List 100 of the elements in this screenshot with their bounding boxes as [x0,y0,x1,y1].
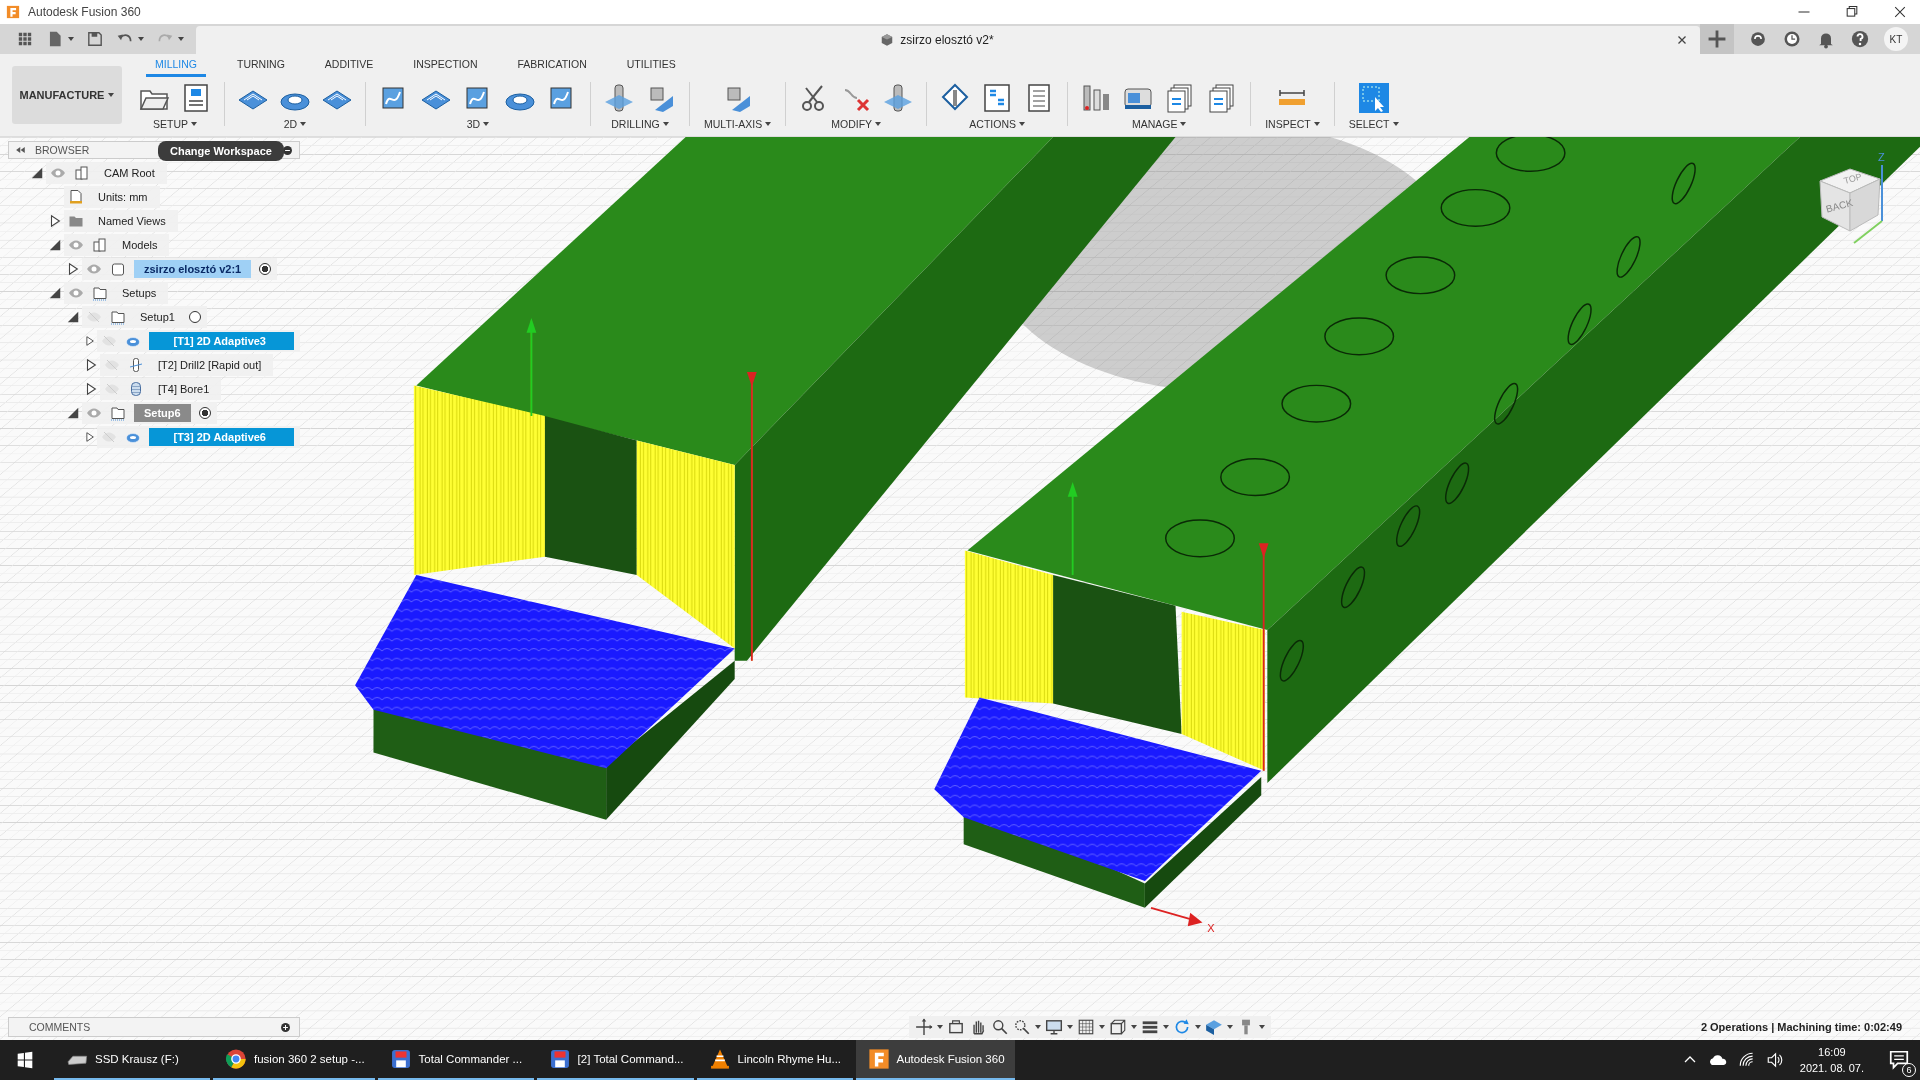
collapsed-arrow-icon[interactable] [48,214,62,228]
caret-icon [1195,1025,1202,1029]
notification-icon[interactable] [1888,1049,1910,1071]
zoom-icon[interactable] [991,1018,1010,1036]
group-menu-button[interactable]: DRILLING [609,117,671,130]
caret-icon [1180,121,1187,126]
group-menu-button[interactable]: MANAGE [1129,117,1189,130]
components-icon [74,165,90,181]
expanded-arrow-icon[interactable] [48,286,62,300]
expanded-arrow-icon[interactable] [48,238,62,252]
collapsed-arrow-icon[interactable] [84,382,98,396]
caret-icon [1019,121,1025,126]
user-avatar[interactable]: KT [1884,27,1908,51]
expanded-arrow-icon[interactable] [66,310,80,324]
window-title: Autodesk Fusion 360 [28,5,141,19]
expanded-arrow-icon[interactable] [66,406,80,420]
plus-icon[interactable] [1700,24,1734,54]
taskbar-button[interactable]: Autodesk Fusion 360 [855,1040,1015,1080]
bore-icon [128,381,144,397]
caret-icon [765,121,772,126]
caret-icon [1099,1025,1106,1029]
setup-folder-icon [110,309,126,325]
components-icon [92,237,108,253]
cone-icon [708,1048,731,1070]
browser-icon [225,1048,247,1070]
look-at-icon[interactable] [947,1018,966,1036]
box-icon[interactable] [1109,1018,1128,1036]
ribbon-tab[interactable]: UTILITIES [617,54,685,78]
grid-icon[interactable] [16,30,34,48]
logo-icon [6,5,20,19]
status-text: 2 Operations | Machining time: 0:02:49 [1700,1021,1902,1033]
active-radio[interactable] [188,311,201,323]
minus-icon[interactable] [282,144,293,156]
tree-item[interactable]: zsirzo elosztó v2:1 [134,260,252,278]
active-radio[interactable] [198,407,211,419]
group-menu-button[interactable]: INSPECT [1263,117,1322,130]
group-menu-button[interactable]: SETUP [151,117,199,130]
caret-icon [1131,1025,1138,1029]
ribbon-tab[interactable]: TURNING [228,54,294,78]
ribbon-tab[interactable]: FABRICATION [508,54,596,78]
tooltip: Change Workspace [158,141,284,161]
drill-icon [128,357,144,373]
setup-folder-icon [110,405,126,421]
save-icon[interactable] [86,30,104,48]
group-menu-button[interactable]: 3D [464,117,492,130]
grid-icon[interactable] [1077,1018,1096,1036]
caret-icon [483,121,490,126]
caret-icon [937,1025,944,1029]
caret-icon [300,121,307,126]
collapsed-arrow-icon[interactable] [84,358,98,372]
layers-icon[interactable] [1141,1018,1160,1036]
caret-icon [1259,1025,1266,1029]
caret-icon [1067,1025,1074,1029]
cube-icon [880,33,895,47]
ribbon-tab[interactable]: INSPECTION [404,54,487,78]
clock-icon[interactable] [1782,29,1802,49]
ribbon-tab[interactable]: ADDITIVE [315,54,383,78]
sync-icon[interactable] [1748,29,1768,49]
collapse-icon[interactable] [15,144,27,156]
add-icon[interactable] [280,1021,291,1033]
caret-icon [138,37,144,41]
expanded-arrow-icon[interactable] [30,166,44,180]
taskbar-button[interactable]: Lincoln Rhyme Hu... [696,1040,853,1080]
clock-date[interactable]: 2021. 08. 07. [1799,1060,1864,1076]
caret-icon [108,93,115,97]
caret-icon [178,37,184,41]
group-menu-button[interactable]: MULTI-AXIS [702,117,774,130]
group-menu-button[interactable]: 2D [281,117,309,130]
speaker-icon[interactable] [1765,1051,1784,1069]
move-icon[interactable] [915,1018,934,1036]
clock-time[interactable]: 16:09 [1818,1044,1846,1060]
caret-icon [68,37,74,41]
caret-icon [1163,1025,1170,1029]
caret-icon [1227,1025,1234,1029]
display-icon[interactable] [1045,1018,1064,1036]
caret-icon [662,121,669,126]
caret-icon [1035,1025,1042,1029]
wifi-icon[interactable] [1737,1051,1756,1069]
document-tab[interactable]: zsirzo elosztó v2* [196,26,1700,54]
logo-icon [867,1048,890,1070]
caret-icon [191,121,197,126]
collapsed-arrow-icon[interactable] [66,262,80,276]
taskbar-button[interactable]: Total Commander ... [377,1040,534,1080]
group-menu-button[interactable]: ACTIONS [967,117,1027,130]
zoom-window-icon[interactable] [1013,1018,1032,1036]
taskbar-button[interactable]: fusion 360 2 setup -... [213,1040,375,1080]
drill-icon[interactable] [603,81,635,114]
shaded-cube-icon[interactable] [1205,1018,1224,1036]
help-icon[interactable] [1850,29,1870,49]
collapsed-arrow-icon[interactable] [84,334,96,348]
active-radio[interactable] [259,263,272,275]
taskbar-button[interactable]: SSD Krausz (F:) [54,1040,210,1080]
start-icon[interactable] [16,1051,34,1069]
taskbar-button[interactable]: [2] Total Command... [536,1040,694,1080]
selection-icon[interactable] [1357,81,1390,114]
setup-folder-icon [92,285,108,301]
group-menu-button[interactable]: SELECT [1346,117,1401,130]
collapsed-arrow-icon[interactable] [84,430,96,444]
group-menu-button[interactable]: MODIFY [829,117,884,130]
workspace-button[interactable]: MANUFACTURE [12,66,122,124]
